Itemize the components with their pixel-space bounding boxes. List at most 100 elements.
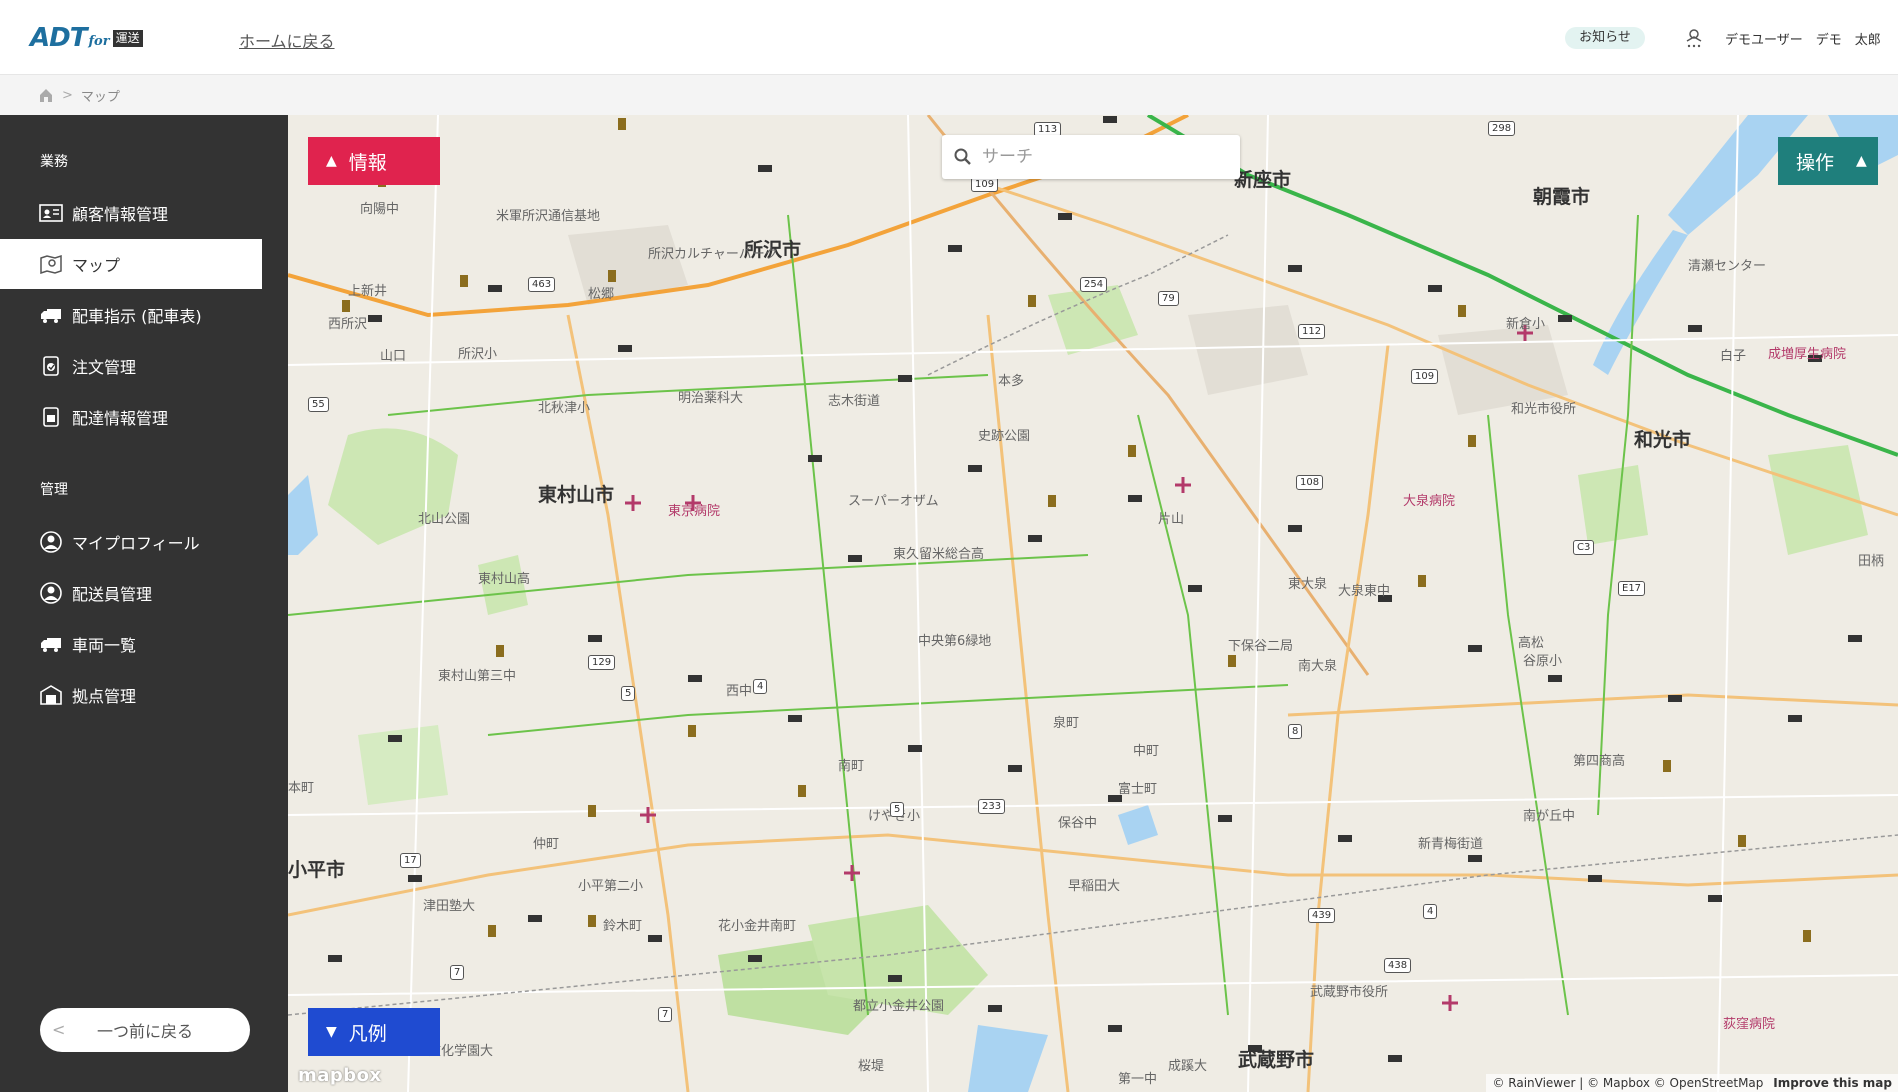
sidebar-item-label: 配送員管理 — [72, 585, 153, 604]
breadcrumb-separator: > — [62, 87, 73, 103]
map-label-higashi-oizumi: 東大泉 — [1288, 577, 1328, 592]
map-label-suzuki: 鈴木町 — [603, 919, 643, 934]
user-name[interactable]: デモユーザー デモ 太郎 — [1725, 29, 1881, 48]
chevron-up-icon: ▲ — [1856, 153, 1867, 169]
info-panel-button[interactable]: ▲ 情報 — [308, 137, 440, 185]
sidebar-item-drivers[interactable]: 配送員管理 — [0, 568, 262, 618]
map-label-higashimurayama: 東村山市 — [538, 484, 615, 506]
map-label-seikei: 成蹊大 — [1168, 1059, 1208, 1074]
map-label-kokai: 向陽中 — [360, 202, 400, 217]
sidebar-item-bases[interactable]: 拠点管理 — [0, 670, 262, 720]
map-label-oizumi-hospital: 大泉病院 — [1403, 494, 1456, 509]
route-shield: 4 — [753, 679, 768, 694]
map-label-waseda: 早稲田大 — [1068, 879, 1121, 894]
sidebar-item-delivery[interactable]: 配達情報管理 — [0, 392, 262, 442]
operation-panel-button[interactable]: 操作 ▲ — [1778, 137, 1878, 185]
sidebar-item-label: 拠点管理 — [72, 687, 137, 706]
route-shield: 8 — [1288, 724, 1303, 739]
sidebar-item-dispatch[interactable]: 配車指示 (配車表) — [0, 290, 262, 340]
route-shield: 112 — [1298, 324, 1326, 339]
sidebar: 業務 顧客情報管理 マップ 配車指示 (配車表) 注文管理 配達情報管理 管理 — [0, 115, 288, 1092]
operation-panel-label: 操作 — [1796, 151, 1835, 174]
map-search-box[interactable] — [942, 135, 1240, 179]
map-label-koganeicho: 本町 — [288, 781, 315, 796]
route-shield: 5 — [890, 802, 905, 817]
sidebar-item-customer[interactable]: 顧客情報管理 — [0, 188, 262, 238]
adt-logo[interactable]: ADT for 運送 — [30, 23, 143, 53]
chevron-down-icon: ▼ — [326, 1024, 337, 1040]
map-attribution: © RainViewer | © Mapbox © OpenStreetMap … — [1486, 1074, 1898, 1092]
map-search-input[interactable] — [982, 147, 1222, 167]
map-label-yamaguchi: 山口 — [380, 349, 407, 364]
customer-card-icon — [38, 202, 64, 224]
map-label-naka: 中町 — [1133, 744, 1160, 759]
home-link[interactable]: ホームに戻る — [239, 28, 335, 52]
section-admin-label: 管理 — [40, 482, 68, 498]
map-label-koganei: 花小金井南町 — [718, 919, 797, 934]
sidebar-item-profile[interactable]: マイプロフィール — [0, 517, 262, 567]
map-label-hoya: 保谷中 — [1058, 816, 1098, 831]
chevron-up-icon: ▲ — [326, 153, 337, 169]
sidebar-item-map[interactable]: マップ — [0, 239, 262, 289]
sidebar-item-label: マップ — [72, 256, 121, 275]
route-shield: 5 — [621, 686, 636, 701]
route-shield: 17 — [400, 853, 421, 868]
map-label-tsuda: 津田塾大 — [423, 899, 476, 914]
map-label-wako-office: 和光市役所 — [1511, 402, 1577, 417]
map-label-niiza: 新座市 — [1234, 169, 1292, 191]
map-label-higashimurayama-high: 東村山高 — [478, 572, 531, 587]
map-label-kitayama: 北山公園 — [418, 512, 471, 527]
map-label-superozam: スーパーオザム — [848, 494, 939, 509]
improve-map-link[interactable]: Improve this map — [1773, 1076, 1892, 1090]
sidebar-item-order[interactable]: 注文管理 — [0, 341, 262, 391]
route-shield: 108 — [1296, 475, 1324, 490]
map-label-minamioizumi: 南大泉 — [1298, 659, 1338, 674]
legend-panel-button[interactable]: ▼ 凡例 — [308, 1008, 440, 1056]
map-label-narimasu: 成増厚生病院 — [1768, 347, 1847, 362]
sidebar-item-label: 顧客情報管理 — [72, 205, 169, 224]
mapbox-logo[interactable]: mapbox — [298, 1065, 382, 1086]
back-button[interactable]: < 一つ前に戻る — [40, 1008, 250, 1052]
chevron-left-icon: < — [52, 1020, 66, 1039]
map-label-chuo6: 中央第6緑地 — [918, 634, 992, 649]
map-label-ichinowari: 第一中 — [1118, 1072, 1158, 1087]
map-label-nakacho: 仲町 — [533, 837, 560, 852]
sidebar-item-vehicles[interactable]: 車両一覧 — [0, 619, 262, 669]
vehicle-icon — [38, 633, 64, 655]
logo-main: ADT — [30, 23, 87, 53]
route-shield: 109 — [1411, 369, 1439, 384]
home-icon[interactable] — [38, 87, 54, 103]
route-shield: 439 — [1308, 908, 1336, 923]
map-label-tagara: 田柄 — [1858, 554, 1885, 569]
map-label-shimizu-park: 史跡公園 — [978, 429, 1031, 444]
delivery-info-icon — [38, 406, 64, 428]
attribution-text[interactable]: © RainViewer | © Mapbox © OpenStreetMap — [1492, 1076, 1763, 1090]
map-icon — [38, 253, 64, 275]
user-account-icon[interactable] — [1682, 27, 1706, 51]
route-shield: 7 — [450, 965, 465, 980]
search-icon — [954, 148, 971, 165]
driver-icon — [38, 582, 64, 604]
map-label-tokyo-hospital: 東京病院 — [668, 504, 721, 519]
notice-badge[interactable]: お知らせ — [1565, 27, 1645, 49]
info-panel-label: 情報 — [348, 151, 387, 174]
map-label-yanagisawa: 谷原小 — [1523, 654, 1563, 669]
route-shield: 79 — [1158, 291, 1179, 306]
logo-box: 運送 — [112, 29, 143, 47]
map-label-dai4: 第四商高 — [1573, 754, 1626, 769]
map-label-asaka: 朝霞市 — [1533, 186, 1591, 208]
map-label-ogikubo: 荻窪病院 — [1723, 1017, 1776, 1032]
map-label-hibari: 所沢小 — [458, 347, 498, 362]
map-canvas[interactable]: 所沢市 朝霞市 和光市 東村山市 小平市 武蔵野市 新座市 東京病院 大泉病院 … — [288, 115, 1898, 1092]
route-shield: 55 — [308, 397, 329, 412]
map-label-izumi: 泉町 — [1053, 716, 1080, 731]
base-icon — [38, 684, 64, 706]
map-label-honda: 本多 — [998, 374, 1025, 389]
route-shield: 7 — [658, 1007, 673, 1022]
map-label-kodaira-nishi: 西中 — [726, 684, 753, 699]
map-label-yoneme: 米軍所沢通信基地 — [496, 209, 601, 224]
map-label-fujimi: 富士町 — [1118, 782, 1158, 797]
back-button-label: 一つ前に戻る — [96, 1022, 193, 1041]
map-label-kita: 北秋津小 — [538, 401, 591, 416]
map-label-wako: 和光市 — [1634, 429, 1692, 451]
